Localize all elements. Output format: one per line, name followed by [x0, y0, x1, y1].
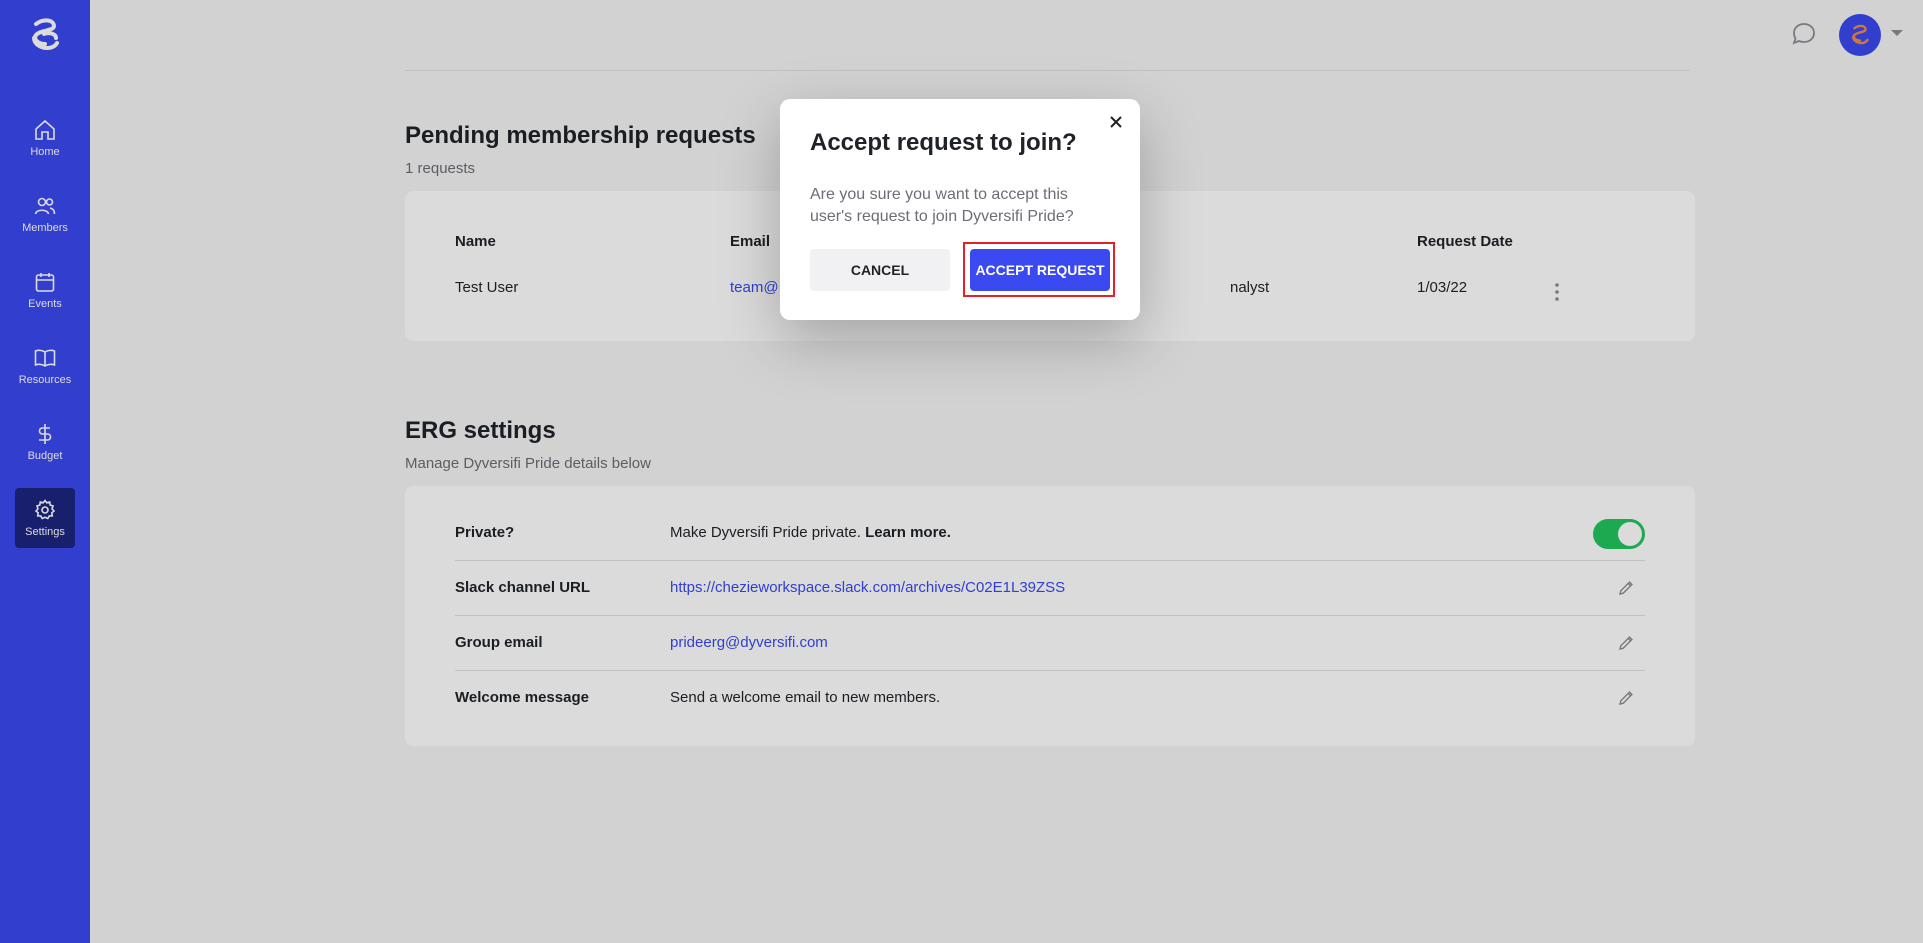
cancel-button[interactable]: CANCEL — [810, 249, 950, 291]
accept-request-dialog: Accept request to join? Are you sure you… — [780, 99, 1140, 320]
accept-request-button[interactable]: ACCEPT REQUEST — [970, 249, 1110, 291]
dialog-message: Are you sure you want to accept this use… — [810, 186, 1074, 225]
close-icon[interactable] — [1106, 112, 1126, 132]
dialog-title: Accept request to join? — [810, 129, 1077, 156]
